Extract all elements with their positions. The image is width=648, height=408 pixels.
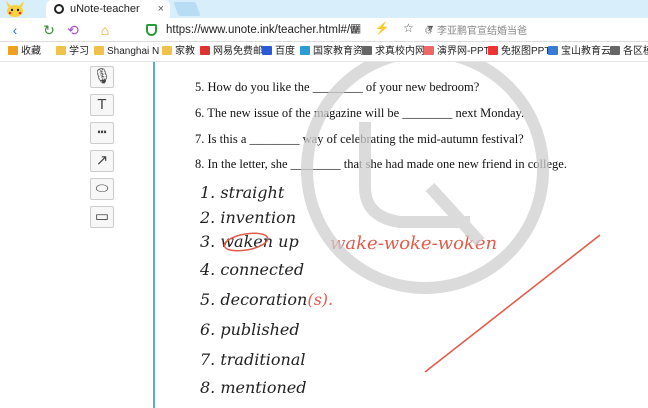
red-circle-mark [223,232,269,252]
bookmark-label: 免抠图PPT [501,46,551,57]
browser-toolbar: ‹ ↻ ⟲ ⌂ https://www.unote.ink/teacher.ht… [0,18,648,42]
bookmark-label: 家教 [175,46,195,57]
cloud-icon [424,46,434,55]
baidu-icon [262,46,272,55]
back-icon[interactable]: ‹ [6,21,24,39]
bookmark-item[interactable]: 百度 [262,45,295,59]
bookmark-item[interactable]: 各区模拟 [610,45,648,59]
globe-icon [300,46,310,55]
bookmarks-bar: 收藏 学习 Shanghai N 家教 网易免费邮 百度 国家教育资 求真校内网 演界网-PPT… [0,42,648,62]
bookmark-item[interactable]: 家教 [162,45,195,59]
folder-icon [162,46,172,55]
bookmark-label: 国家教育资 [313,46,363,57]
page-content: 🎙 T ┅ ↗ ⬭ ▭ 5. How do you like the ________ o… [0,62,648,408]
bookmark-label: 求真校内网 [375,46,425,57]
page-icon [610,46,620,55]
home-icon[interactable]: ⌂ [96,21,114,39]
mail-icon [200,46,210,55]
page-icon [362,46,372,55]
search-hint[interactable]: 李亚鹏官宣结婚当爸 [424,22,527,37]
folder-icon [94,46,104,55]
star-icon [8,46,18,55]
bookmark-label: 各区模拟 [623,46,648,57]
bookmark-item[interactable]: 免抠图PPT [488,45,550,59]
unote-tab-icon [54,4,64,14]
shield-icon [146,24,157,36]
tab-title: uNote-teacher [70,3,140,15]
bookmark-label: 百度 [275,46,295,57]
bookmark-label: 网易免费邮 [213,46,263,57]
new-tab-button[interactable] [173,2,201,16]
ppt-icon [488,46,498,55]
bookmark-item[interactable]: 收藏 [8,45,41,59]
bookmark-label: 学习 [69,46,89,57]
bookmark-label: Shanghai N [107,46,160,57]
bookmark-item[interactable]: 国家教育资 [300,45,363,59]
bookmark-item[interactable]: Shanghai N [94,45,159,59]
lightning-icon[interactable]: ⚡ [375,21,390,35]
bookmark-label: 收藏 [21,46,41,57]
tab-unote[interactable]: uNote-teacher × [46,0,170,18]
star-icon[interactable]: ☆ [403,21,414,35]
annotation-layer [223,62,601,373]
bs-icon [548,46,558,55]
pikachu-logo-icon [6,1,24,17]
watermark-logo-icon [301,62,549,294]
undo-icon[interactable]: ⟲ [64,21,82,39]
qr-icon[interactable]: ▦ [350,21,361,35]
url-text: https://www.unote.ink/teacher.html#/w [166,24,359,36]
bookmark-label: 宝山教育云 [561,46,611,57]
bookmark-item[interactable]: 演界网-PPT [424,45,490,59]
bookmark-item[interactable]: 学习 [56,45,89,59]
folder-icon [56,46,66,55]
bookmark-item[interactable]: 求真校内网 [362,45,425,59]
bookmark-label: 演界网-PPT [437,46,490,57]
close-icon[interactable]: × [158,0,164,18]
refresh-icon[interactable]: ↻ [40,21,58,39]
bookmark-item[interactable]: 网易免费邮 [200,45,263,59]
bookmark-item[interactable]: 宝山教育云 [548,45,611,59]
tab-bar: uNote-teacher × [0,0,648,18]
